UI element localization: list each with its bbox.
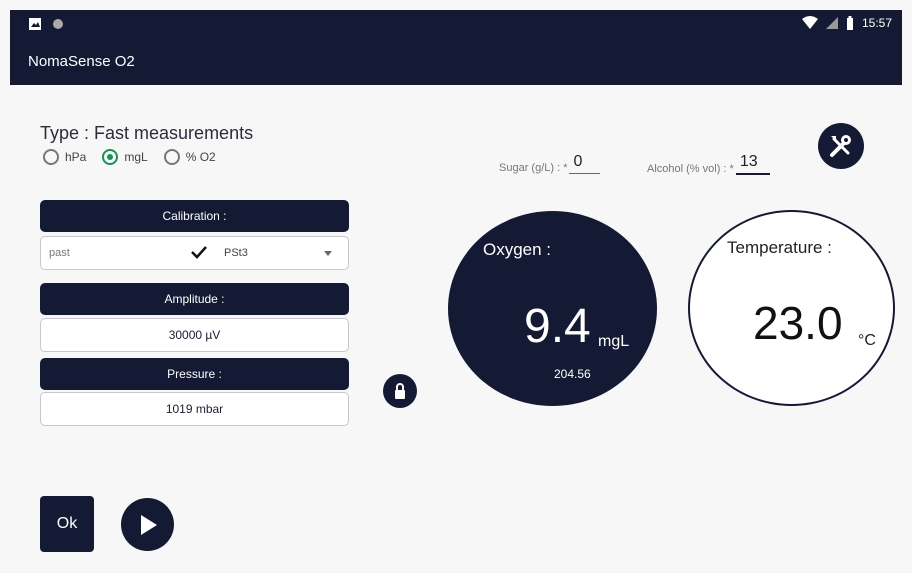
sugar-field[interactable]: Sugar (g/L) : * 0 xyxy=(499,153,601,174)
calibration-header: Calibration : xyxy=(40,200,349,232)
lock-button[interactable] xyxy=(383,374,417,408)
calibration-select[interactable]: past PSt3 xyxy=(40,236,349,270)
unit-label: mgL xyxy=(124,150,148,164)
alcohol-input[interactable]: 13 xyxy=(735,153,770,175)
status-bar: 15:57 xyxy=(10,10,902,40)
radio-circle xyxy=(102,149,119,165)
battery-icon xyxy=(846,16,853,30)
app-title: NomaSense O2 xyxy=(28,53,135,70)
pressure-header: Pressure : xyxy=(40,358,349,390)
sugar-label: Sugar (g/L) : * xyxy=(499,162,568,174)
radio-circle xyxy=(163,149,180,165)
unit-radio-mgl[interactable]: mgL xyxy=(102,149,148,165)
oxygen-unit: mgL xyxy=(598,333,630,350)
image-icon xyxy=(29,18,41,30)
calibration-value: PSt3 xyxy=(224,247,248,259)
temperature-gauge: Temperature : 23.0 °C xyxy=(688,210,895,406)
play-button[interactable] xyxy=(121,498,174,551)
unit-radio-hpa[interactable]: hPa xyxy=(43,149,86,165)
oxygen-value: 9.4 xyxy=(524,300,591,353)
alcohol-field[interactable]: Alcohol (% vol) : * 13 xyxy=(647,153,770,175)
temperature-unit: °C xyxy=(858,332,876,349)
radio-circle xyxy=(43,149,59,165)
ok-button[interactable]: Ok xyxy=(40,496,94,552)
tools-icon xyxy=(830,135,851,157)
unit-radio-o2[interactable]: % O2 xyxy=(163,149,216,165)
oxygen-gauge: Oxygen : 9.4 mgL 204.56 xyxy=(448,211,657,406)
oxygen-secondary-value: 204.56 xyxy=(554,367,591,381)
amplitude-header: Amplitude : xyxy=(40,283,349,315)
wifi-icon xyxy=(801,16,818,29)
unit-label: % O2 xyxy=(185,150,216,164)
signal-icon xyxy=(825,17,838,29)
unit-radio-group: hPa mgL % O2 xyxy=(43,149,232,165)
lock-icon xyxy=(395,383,405,399)
status-time: 15:57 xyxy=(861,16,892,30)
alcohol-label: Alcohol (% vol) : * xyxy=(647,163,734,175)
type-label: Type : Fast measurements xyxy=(40,123,254,143)
play-icon xyxy=(140,514,157,535)
tools-button[interactable] xyxy=(818,123,864,169)
amplitude-field: 30000 µV xyxy=(40,318,349,352)
calibration-past-label: past xyxy=(49,247,70,259)
sugar-input[interactable]: 0 xyxy=(569,153,601,174)
temperature-label: Temperature : xyxy=(727,238,832,257)
temperature-value: 23.0 xyxy=(753,297,843,349)
dropdown-arrow-icon xyxy=(324,251,332,256)
oxygen-label: Oxygen : xyxy=(483,240,552,259)
check-icon xyxy=(191,246,207,259)
pressure-field: 1019 mbar xyxy=(40,392,349,426)
circle-icon xyxy=(53,19,63,29)
unit-label: hPa xyxy=(65,150,87,164)
app-bar: NomaSense O2 xyxy=(10,40,902,85)
